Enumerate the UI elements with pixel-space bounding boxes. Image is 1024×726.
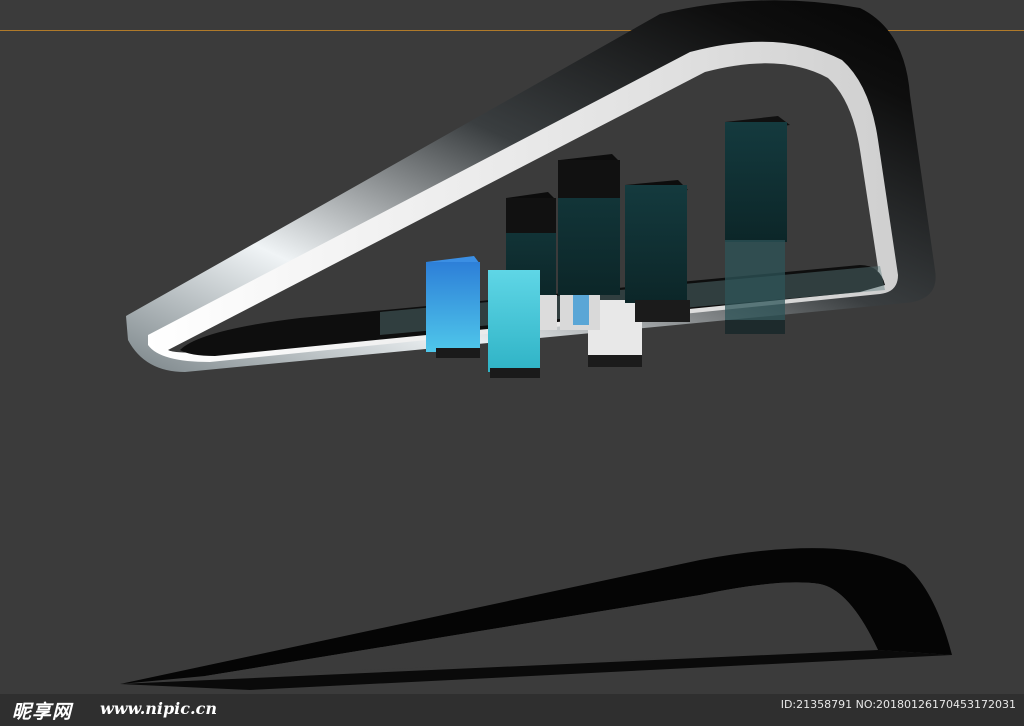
scene-svg [120, 0, 952, 690]
glass-cube-dark-tall [558, 154, 620, 295]
watermark-image-id: ID:21358791 NO:20180126170453172031 [780, 698, 1016, 711]
glass-cube-blue [426, 256, 480, 358]
watermark-logo: 昵享网 [12, 701, 73, 723]
glass-cube-cyan [488, 270, 540, 378]
viewport: 昵享网 www.nipic.cn ID:21358791 NO:20180126… [0, 0, 1024, 726]
glass-cube-dark-mid [625, 180, 690, 322]
glass-cube-small-blue [573, 295, 589, 325]
watermark-site: www.nipic.cn [100, 699, 217, 718]
glass-cube-dark-right [725, 116, 790, 334]
